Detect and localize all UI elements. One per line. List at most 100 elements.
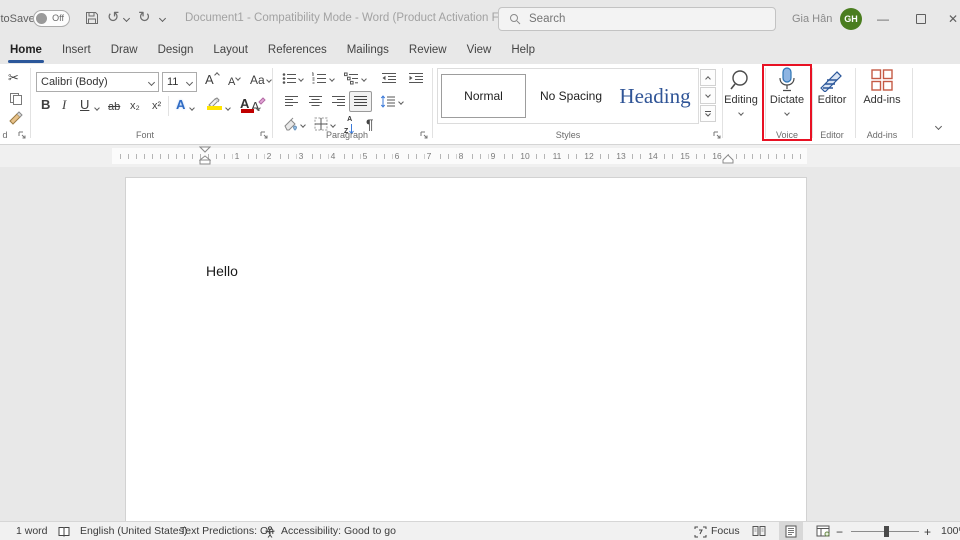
- ruler-number: 7: [424, 151, 434, 161]
- search-box[interactable]: [498, 7, 776, 31]
- subscript-button[interactable]: x₂: [130, 98, 140, 114]
- borders-dropdown-icon[interactable]: [330, 122, 336, 128]
- bold-button[interactable]: B: [41, 97, 50, 113]
- highlight-button[interactable]: [206, 97, 222, 110]
- highlight-dropdown-icon[interactable]: [225, 105, 231, 111]
- styles-scroll-down-button[interactable]: [700, 87, 716, 104]
- tab-layout[interactable]: Layout: [203, 38, 258, 64]
- search-input[interactable]: [529, 13, 729, 25]
- multilevel-list-button[interactable]: [344, 72, 359, 85]
- underline-button[interactable]: U: [80, 97, 89, 113]
- text-effects-button[interactable]: A: [176, 97, 185, 113]
- underline-dropdown-icon[interactable]: [94, 105, 100, 111]
- document-text[interactable]: Hello: [206, 263, 238, 279]
- shading-button[interactable]: [283, 117, 299, 131]
- zoom-in-button[interactable]: +: [924, 525, 931, 539]
- maximize-button[interactable]: [906, 0, 936, 38]
- justify-button[interactable]: [349, 91, 372, 112]
- change-case-button[interactable]: Aa: [250, 72, 272, 88]
- tab-help[interactable]: Help: [501, 38, 545, 64]
- accessibility-status[interactable]: Accessibility: Good to go: [281, 525, 396, 537]
- zoom-out-button[interactable]: −: [836, 525, 843, 539]
- language-status[interactable]: English (United States): [80, 525, 187, 537]
- styles-scroll-up-button[interactable]: [700, 69, 716, 86]
- copy-icon[interactable]: [9, 92, 23, 106]
- tab-home[interactable]: Home: [0, 38, 52, 64]
- tab-insert[interactable]: Insert: [52, 38, 101, 64]
- cut-icon[interactable]: ✂: [8, 70, 19, 86]
- save-icon[interactable]: [84, 10, 100, 26]
- word-count[interactable]: 1 word: [16, 525, 48, 537]
- line-spacing-button[interactable]: [380, 95, 396, 108]
- editor-button[interactable]: Editor: [809, 66, 855, 128]
- indent-marker-icon[interactable]: [199, 146, 211, 166]
- close-button[interactable]: ✕: [938, 0, 960, 38]
- dictate-button[interactable]: Dictate: [764, 66, 810, 128]
- zoom-level[interactable]: 100%: [941, 525, 960, 537]
- undo-icon: ↺: [107, 9, 120, 26]
- editing-button[interactable]: Editing: [718, 66, 764, 128]
- text-predictions-status[interactable]: Text Predictions: On: [180, 525, 274, 537]
- decrease-indent-icon[interactable]: [381, 72, 397, 85]
- web-layout-icon: [816, 525, 830, 537]
- multilevel-dropdown-icon[interactable]: [361, 76, 367, 82]
- superscript-button[interactable]: x²: [152, 98, 161, 114]
- tab-references[interactable]: References: [258, 38, 337, 64]
- styles-dialog-launcher-icon[interactable]: [712, 130, 722, 140]
- grow-font-button[interactable]: A: [205, 72, 220, 88]
- increase-indent-icon[interactable]: [408, 72, 424, 85]
- align-center-icon[interactable]: [308, 95, 323, 108]
- right-indent-marker-icon[interactable]: [722, 154, 734, 164]
- font-family-combo[interactable]: Calibri (Body): [36, 72, 159, 92]
- italic-button[interactable]: I: [62, 97, 66, 113]
- proofing-icon[interactable]: [58, 526, 70, 538]
- avatar[interactable]: GH: [840, 8, 862, 30]
- tab-design[interactable]: Design: [148, 38, 204, 64]
- align-right-icon[interactable]: [331, 95, 346, 108]
- numbering-dropdown-icon[interactable]: [329, 76, 335, 82]
- minimize-button[interactable]: —: [868, 0, 898, 38]
- font-color-button[interactable]: A: [240, 96, 254, 113]
- read-mode-button[interactable]: [747, 522, 771, 540]
- undo-dropdown-icon[interactable]: [122, 14, 131, 23]
- bullets-dropdown-icon[interactable]: [298, 76, 304, 82]
- font-dialog-launcher-icon[interactable]: [259, 130, 269, 140]
- clipboard-dialog-launcher-icon[interactable]: [17, 130, 27, 140]
- zoom-slider-handle[interactable]: [884, 526, 889, 537]
- style-heading[interactable]: Heading: [612, 74, 698, 118]
- web-layout-button[interactable]: [811, 522, 835, 540]
- autosave-toggle[interactable]: Off: [33, 10, 70, 27]
- add-ins-button[interactable]: Add-ins: [856, 66, 908, 128]
- numbering-button[interactable]: [312, 72, 327, 85]
- focus-button[interactable]: Focus: [711, 525, 740, 537]
- autosave-label: AutoSave: [0, 13, 35, 25]
- style-heading-label: Heading: [619, 83, 691, 108]
- styles-more-button[interactable]: [700, 105, 716, 122]
- undo-button[interactable]: ↺: [107, 9, 120, 27]
- tab-view[interactable]: View: [457, 38, 502, 64]
- redo-button[interactable]: ↻: [138, 9, 151, 27]
- print-layout-icon: [785, 525, 797, 537]
- strikethrough-button[interactable]: ab: [108, 99, 120, 115]
- format-painter-icon[interactable]: [8, 110, 24, 126]
- tab-review[interactable]: Review: [399, 38, 457, 64]
- print-layout-button[interactable]: [779, 522, 803, 540]
- text-effects-dropdown-icon[interactable]: [189, 105, 195, 111]
- customize-qat-icon[interactable]: [158, 14, 167, 23]
- horizontal-ruler[interactable]: 1 2 3 4 5 6 7 8 9 10 11 12 13 14 15 16: [112, 146, 807, 166]
- bullets-button[interactable]: [282, 72, 297, 85]
- shading-dropdown-icon[interactable]: [300, 122, 306, 128]
- collapse-ribbon-icon[interactable]: [934, 122, 943, 131]
- style-no-spacing[interactable]: No Spacing: [532, 74, 610, 118]
- ruler-number: 2: [264, 151, 274, 161]
- borders-button[interactable]: [314, 117, 328, 131]
- line-spacing-dropdown-icon[interactable]: [398, 99, 404, 105]
- tab-draw[interactable]: Draw: [101, 38, 148, 64]
- paragraph-dialog-launcher-icon[interactable]: [419, 130, 429, 140]
- shrink-font-button[interactable]: A: [228, 74, 242, 90]
- align-left-icon[interactable]: [284, 95, 299, 108]
- font-size-combo[interactable]: 11: [162, 72, 197, 92]
- document-page[interactable]: Hello: [125, 177, 807, 521]
- style-normal[interactable]: Normal: [441, 74, 526, 118]
- tab-mailings[interactable]: Mailings: [337, 38, 399, 64]
